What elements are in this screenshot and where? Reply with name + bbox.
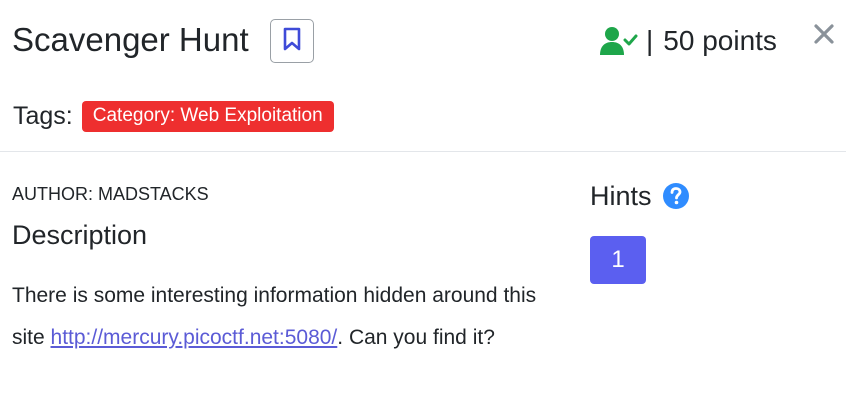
description-text: There is some interesting information hi…	[12, 275, 552, 359]
question-circle-icon[interactable]	[662, 182, 690, 210]
bookmark-icon	[283, 27, 301, 56]
hint-button-1[interactable]: 1	[590, 236, 646, 284]
tags-label: Tags:	[13, 101, 73, 130]
close-icon	[813, 23, 835, 50]
description-text-after: . Can you find it?	[337, 326, 495, 349]
user-check-icon	[600, 26, 638, 56]
close-button[interactable]	[810, 22, 838, 50]
tag-category-badge[interactable]: Category: Web Exploitation	[81, 100, 334, 132]
points-value: 50 points	[663, 25, 777, 56]
hints-label: Hints	[590, 180, 652, 211]
author-label: AUTHOR: MADSTACKS	[12, 184, 209, 204]
tags-row: Tags: Category: Web Exploitation	[13, 99, 334, 133]
points-area: | 50 points	[600, 20, 777, 62]
hints-heading: Hints	[590, 178, 690, 214]
description-heading: Description	[12, 220, 148, 250]
bookmark-button[interactable]	[270, 19, 314, 63]
challenge-header: Scavenger Hunt | 50 points Tags: Categor…	[0, 0, 846, 152]
points-separator: |	[646, 25, 654, 56]
description-link[interactable]: http://mercury.picoctf.net:5080/	[51, 326, 338, 349]
challenge-title: Scavenger Hunt	[12, 21, 249, 58]
